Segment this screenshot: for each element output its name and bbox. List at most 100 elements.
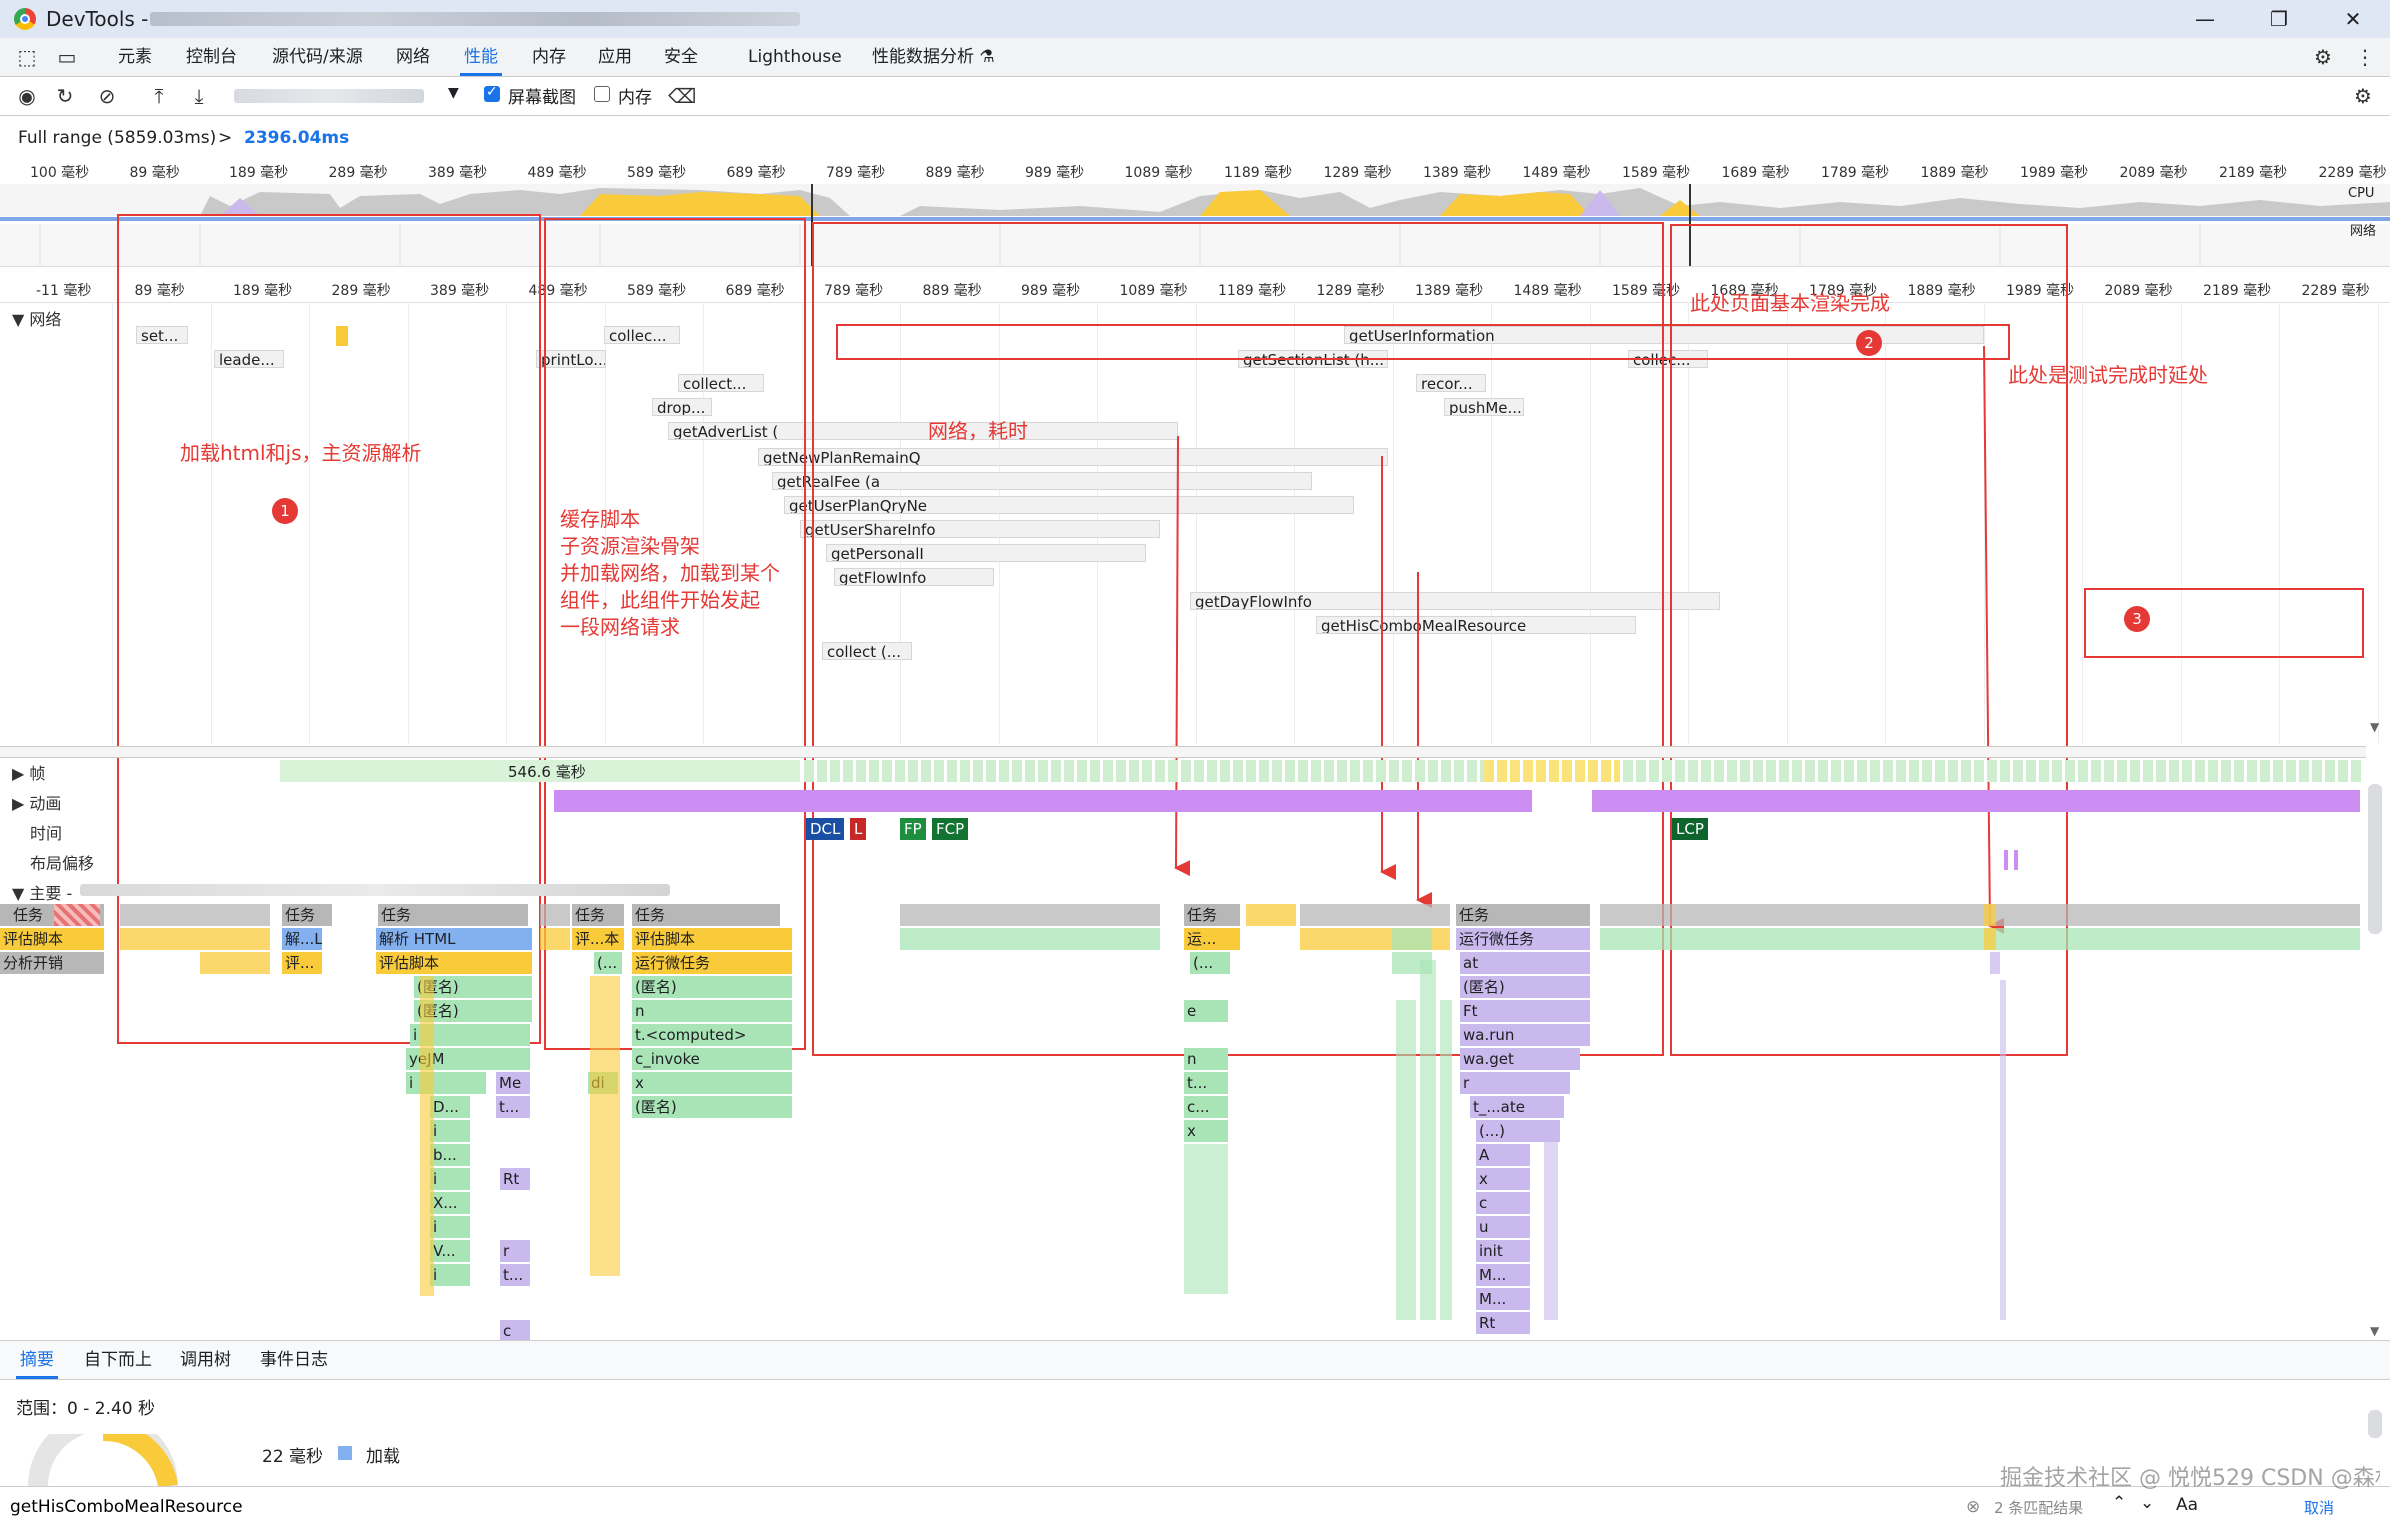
flame-filler[interactable] bbox=[1984, 904, 1996, 926]
flame-event[interactable]: i bbox=[430, 1216, 470, 1238]
flame-filler[interactable] bbox=[1600, 904, 2360, 926]
flame-event[interactable]: c bbox=[500, 1320, 530, 1342]
flame-deep-stack[interactable] bbox=[590, 976, 620, 1276]
flame-event[interactable]: X... bbox=[430, 1192, 470, 1214]
flame-event[interactable]: t.<computed> bbox=[632, 1024, 792, 1046]
flame-deep-stack[interactable] bbox=[1440, 1000, 1452, 1320]
flame-event[interactable]: at bbox=[1460, 952, 1590, 974]
flame-event[interactable]: i bbox=[430, 1168, 470, 1190]
fp-marker[interactable]: FP bbox=[900, 818, 926, 840]
flame-event[interactable]: Rt bbox=[1476, 1312, 1530, 1334]
flame-event[interactable]: (匿名) bbox=[632, 1096, 792, 1118]
search-prev-icon[interactable]: ⌃ bbox=[2112, 1493, 2126, 1513]
flame-event[interactable]: c... bbox=[1184, 1096, 1228, 1118]
layout-shift-mark-1[interactable] bbox=[2004, 850, 2008, 870]
search-clear-icon[interactable]: ⊗ bbox=[1966, 1497, 1980, 1517]
flame-filler[interactable] bbox=[1392, 928, 1432, 950]
flame-event[interactable]: 任务 bbox=[378, 904, 528, 926]
flame-event[interactable]: 评...本 bbox=[572, 928, 624, 950]
flame-event[interactable]: V... bbox=[430, 1240, 470, 1262]
lcp-marker[interactable]: LCP bbox=[1672, 818, 1708, 840]
animation-bar-1[interactable] bbox=[554, 790, 1532, 812]
flame-event[interactable]: u bbox=[1476, 1216, 1530, 1238]
flame-event[interactable]: 任务 bbox=[1456, 904, 1590, 926]
flame-deep-stack[interactable] bbox=[2000, 980, 2006, 1320]
flame-event[interactable]: 任务 bbox=[632, 904, 780, 926]
flame-event[interactable]: c bbox=[1476, 1192, 1530, 1214]
tab-event-log[interactable]: 事件日志 bbox=[256, 1341, 332, 1379]
flame-event[interactable]: (... bbox=[1190, 952, 1230, 974]
dcl-marker[interactable]: DCL bbox=[806, 818, 845, 840]
flame-event[interactable]: M... bbox=[1476, 1288, 1530, 1310]
flame-filler[interactable] bbox=[200, 952, 270, 974]
flame-event[interactable]: 任务 bbox=[1184, 904, 1240, 926]
flame-event[interactable]: x bbox=[1476, 1168, 1530, 1190]
flame-filler[interactable] bbox=[1984, 928, 1996, 950]
flame-filler[interactable] bbox=[900, 904, 1160, 926]
flame-event[interactable]: n bbox=[1184, 1048, 1228, 1070]
main-thread-track-label[interactable]: ▼ 主要 - bbox=[12, 880, 72, 904]
flame-event[interactable]: x bbox=[1184, 1120, 1228, 1142]
flame-filler[interactable] bbox=[120, 904, 270, 926]
flame-event[interactable]: 解析 HTML bbox=[376, 928, 532, 950]
animation-bar-2[interactable] bbox=[1592, 790, 2360, 812]
flame-deep-stack[interactable] bbox=[1544, 1120, 1558, 1320]
flame-event[interactable]: i bbox=[406, 1072, 486, 1094]
flame-event[interactable]: 任务 bbox=[282, 904, 332, 926]
flame-event[interactable]: t... bbox=[496, 1096, 530, 1118]
flame-event[interactable]: 运行微任务 bbox=[1456, 928, 1590, 950]
flame-filler[interactable] bbox=[1300, 904, 1450, 926]
flame-event[interactable]: e bbox=[1184, 1000, 1228, 1022]
search-next-icon[interactable]: ⌄ bbox=[2140, 1493, 2154, 1513]
tab-call-tree[interactable]: 调用树 bbox=[176, 1341, 235, 1379]
flame-event[interactable]: c_invoke bbox=[632, 1048, 792, 1070]
flame-event[interactable]: b... bbox=[430, 1144, 470, 1166]
tab-bottom-up[interactable]: 自下而上 bbox=[80, 1341, 156, 1379]
flame-filler[interactable] bbox=[1246, 904, 1296, 926]
flame-event[interactable]: r bbox=[1460, 1072, 1570, 1094]
flame-event[interactable]: x bbox=[632, 1072, 792, 1094]
layout-shift-mark-2[interactable] bbox=[2014, 850, 2018, 870]
flame-event[interactable]: init bbox=[1476, 1240, 1530, 1262]
flame-filler[interactable] bbox=[1600, 928, 2360, 950]
frames-track-label[interactable]: ▶ 帧 bbox=[12, 760, 45, 784]
flame-event[interactable]: i bbox=[430, 1120, 470, 1142]
flame-filler[interactable] bbox=[540, 928, 570, 950]
search-cancel-button[interactable]: 取消 bbox=[2304, 1497, 2334, 1518]
flame-event[interactable]: (匿名) bbox=[632, 976, 792, 998]
flame-event[interactable]: D... bbox=[430, 1096, 470, 1118]
flame-event[interactable]: 评估脚本 bbox=[376, 952, 532, 974]
fcp-marker[interactable]: FCP bbox=[932, 818, 969, 840]
flame-deep-stack[interactable] bbox=[1396, 1000, 1416, 1320]
flame-event[interactable]: 评估脚本 bbox=[632, 928, 792, 950]
search-input[interactable] bbox=[8, 1491, 1952, 1523]
flame-event[interactable]: 任务 bbox=[572, 904, 624, 926]
match-case-button[interactable]: Aa bbox=[2176, 1495, 2198, 1515]
track-splitter[interactable] bbox=[0, 746, 2366, 758]
flame-filler[interactable] bbox=[120, 928, 270, 950]
flame-event[interactable]: 运行微任务 bbox=[632, 952, 792, 974]
scroll-down-icon[interactable]: ▼ bbox=[2370, 720, 2379, 734]
load-marker[interactable]: L bbox=[850, 818, 867, 840]
frames-partial-strip[interactable] bbox=[1484, 760, 1620, 782]
flame-event[interactable]: t... bbox=[1184, 1072, 1228, 1094]
flame-filler[interactable] bbox=[1990, 952, 2000, 974]
flame-event[interactable]: n bbox=[632, 1000, 792, 1022]
animation-track-label[interactable]: ▶ 动画 bbox=[12, 790, 61, 814]
flame-filler[interactable] bbox=[900, 928, 1160, 950]
bottom-scrollbar[interactable] bbox=[2368, 1410, 2382, 1438]
flame-event[interactable]: wa.get bbox=[1460, 1048, 1580, 1070]
flame-event[interactable]: 解...L bbox=[282, 928, 322, 950]
flame-filler[interactable] bbox=[540, 904, 570, 926]
flame-event[interactable]: Me bbox=[496, 1072, 530, 1094]
flame-event[interactable]: 评... bbox=[282, 952, 322, 974]
flame-event[interactable]: i bbox=[430, 1264, 470, 1286]
flame-event[interactable]: r bbox=[500, 1240, 530, 1262]
flame-scroll-down-icon[interactable]: ▼ bbox=[2370, 1324, 2379, 1338]
flame-deep-stack[interactable] bbox=[1184, 1144, 1228, 1294]
flame-event[interactable]: M... bbox=[1476, 1264, 1530, 1286]
flame-event[interactable]: (... bbox=[594, 952, 622, 974]
flame-event[interactable]: A bbox=[1476, 1144, 1530, 1166]
flame-event[interactable]: Ft bbox=[1460, 1000, 1590, 1022]
flame-deep-stack[interactable] bbox=[420, 976, 434, 1296]
